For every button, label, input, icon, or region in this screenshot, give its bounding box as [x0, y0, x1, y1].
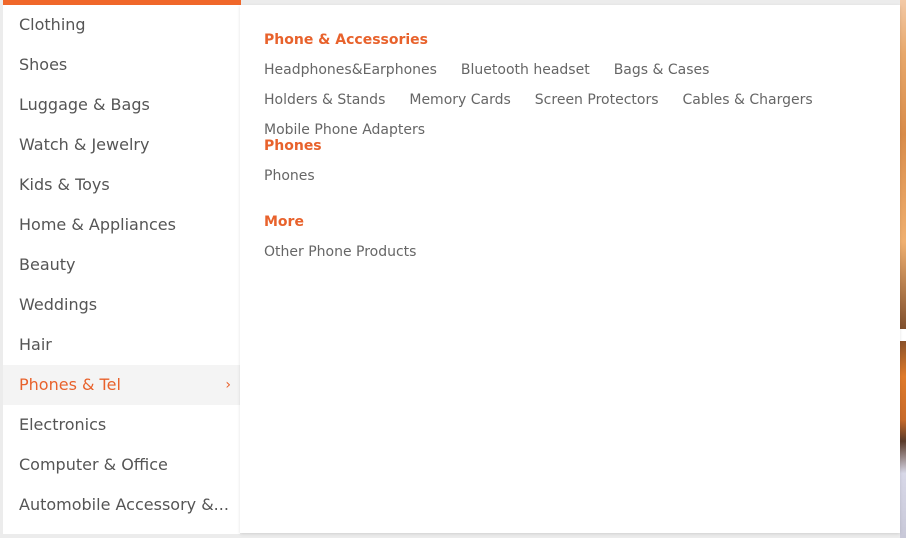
subcategory-group-phones: Phones Phones: [264, 137, 864, 185]
group-links-phone-accessories: Headphones&Earphones Bluetooth headset Bag…: [264, 49, 864, 139]
sidebar-item-label: Electronics: [19, 415, 107, 434]
sidebar-item-label: Shoes: [19, 55, 68, 74]
sidebar-item-label: Watch & Jewelry: [19, 135, 150, 154]
sidebar-item-label: Kids & Toys: [19, 175, 110, 194]
link-bluetooth-headset[interactable]: Bluetooth headset: [461, 61, 590, 79]
sidebar-item-phones-tel[interactable]: Phones & Tel ›: [3, 365, 240, 405]
sidebar-item-luggage-bags[interactable]: Luggage & Bags: [3, 85, 240, 125]
subcategory-group-phone-accessories: Phone & Accessories Headphones&Earphones…: [264, 31, 864, 139]
group-title-phone-accessories[interactable]: Phone & Accessories: [264, 31, 864, 49]
banner-edge: [900, 0, 906, 538]
link-phones[interactable]: Phones: [264, 167, 315, 185]
sidebar-item-label: Weddings: [19, 295, 98, 314]
group-title-more[interactable]: More: [264, 213, 864, 231]
sidebar-item-home-appliances[interactable]: Home & Appliances: [3, 205, 240, 245]
sidebar-item-label: Beauty: [19, 255, 76, 274]
category-menu-page: Clothing Shoes Luggage & Bags Watch & Je…: [0, 0, 906, 538]
sidebar-item-label: Phones & Tel: [19, 375, 121, 394]
subcategory-panel: Phone & Accessories Headphones&Earphones…: [240, 5, 900, 533]
sidebar-item-label: Computer & Office: [19, 455, 168, 474]
sidebar-item-watch-jewelry[interactable]: Watch & Jewelry: [3, 125, 240, 165]
group-title-phones[interactable]: Phones: [264, 137, 864, 155]
sidebar-item-hair[interactable]: Hair: [3, 325, 240, 365]
sidebar-item-label: Home & Appliances: [19, 215, 176, 234]
sidebar-item-electronics[interactable]: Electronics: [3, 405, 240, 445]
link-holders-stands[interactable]: Holders & Stands: [264, 91, 385, 109]
group-links-more: Other Phone Products: [264, 231, 864, 261]
subcategory-group-more: More Other Phone Products: [264, 213, 864, 261]
category-sidebar: Clothing Shoes Luggage & Bags Watch & Je…: [3, 0, 241, 534]
sidebar-item-clothing[interactable]: Clothing: [3, 5, 240, 45]
link-headphones-earphones[interactable]: Headphones&Earphones: [264, 61, 437, 79]
link-cables-chargers[interactable]: Cables & Chargers: [683, 91, 813, 109]
sidebar-item-shoes[interactable]: Shoes: [3, 45, 240, 85]
sidebar-item-label: Automobile Accessory &...: [19, 495, 229, 514]
link-other-phone-products[interactable]: Other Phone Products: [264, 243, 416, 261]
sidebar-item-beauty[interactable]: Beauty: [3, 245, 240, 285]
chevron-right-icon: ›: [225, 377, 231, 393]
sidebar-item-computer-office[interactable]: Computer & Office: [3, 445, 240, 485]
sidebar-item-label: Clothing: [19, 15, 86, 34]
sidebar-item-label: Hair: [19, 335, 52, 354]
link-screen-protectors[interactable]: Screen Protectors: [535, 91, 659, 109]
sidebar-item-automobile-accessory[interactable]: Automobile Accessory &...: [3, 485, 240, 525]
link-memory-cards[interactable]: Memory Cards: [409, 91, 510, 109]
sidebar-item-label: Luggage & Bags: [19, 95, 150, 114]
category-list: Clothing Shoes Luggage & Bags Watch & Je…: [3, 5, 240, 525]
sidebar-item-weddings[interactable]: Weddings: [3, 285, 240, 325]
group-links-phones: Phones: [264, 155, 864, 185]
sidebar-item-kids-toys[interactable]: Kids & Toys: [3, 165, 240, 205]
link-bags-cases[interactable]: Bags & Cases: [614, 61, 710, 79]
